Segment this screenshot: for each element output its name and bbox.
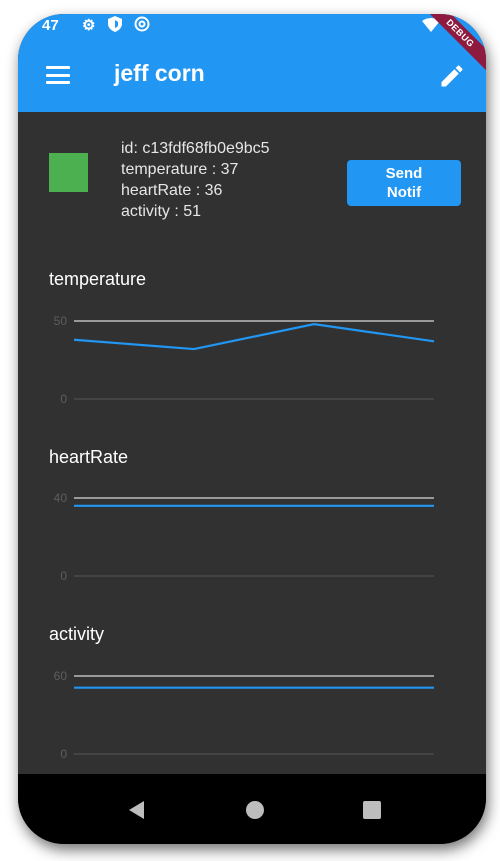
- system-nav-bar: [18, 774, 486, 844]
- chart-series-line: [73, 323, 435, 351]
- send-notif-label-2: Notif: [386, 184, 422, 201]
- chart-title-activity: activity: [49, 624, 105, 644]
- menu-icon[interactable]: [46, 66, 70, 84]
- app-bar: jeff corn: [18, 40, 486, 112]
- device-id: id: c13fdf68fb0e9bc5: [121, 140, 270, 157]
- status-bar: 47 ⚙: [18, 14, 486, 40]
- y-tick-label-min: 0: [60, 569, 67, 583]
- status-time: 47: [42, 17, 59, 34]
- temperature-chart: 50 0: [54, 314, 435, 406]
- y-tick-label-min: 0: [60, 392, 67, 406]
- recent-apps-icon[interactable]: [363, 801, 381, 819]
- send-notif-button[interactable]: Send Notif: [347, 160, 461, 206]
- device-heartrate: heartRate : 36: [121, 182, 223, 199]
- phone-frame: 47 ⚙ jeff corn DEBUG id: c13fdf68fb0e9bc…: [18, 14, 486, 844]
- send-notif-label-1: Send: [385, 165, 423, 182]
- device-detail-content: id: c13fdf68fb0e9bc5 temperature : 37 he…: [18, 112, 486, 774]
- activity-chart: 60 0: [54, 669, 435, 761]
- at-icon: [134, 16, 150, 36]
- home-icon[interactable]: [246, 801, 264, 819]
- y-tick-label-max: 50: [54, 314, 68, 328]
- device-temperature: temperature : 37: [121, 161, 239, 178]
- chart-title-temperature: temperature: [49, 269, 147, 289]
- back-icon[interactable]: [129, 801, 144, 819]
- heartrate-chart: 40 0: [54, 491, 435, 583]
- gear-icon: ⚙: [82, 17, 96, 34]
- page-title: jeff corn: [114, 60, 205, 86]
- y-tick-label-max: 60: [54, 669, 68, 683]
- device-activity: activity : 51: [121, 203, 202, 220]
- device-color-swatch: [49, 153, 88, 192]
- shield-icon: [108, 16, 122, 36]
- chart-title-heartrate: heartRate: [49, 447, 129, 467]
- y-tick-label-min: 0: [60, 747, 67, 761]
- y-tick-label-max: 40: [54, 491, 68, 505]
- edit-icon[interactable]: [438, 62, 466, 90]
- device-info: id: c13fdf68fb0e9bc5 temperature : 37 he…: [121, 138, 270, 222]
